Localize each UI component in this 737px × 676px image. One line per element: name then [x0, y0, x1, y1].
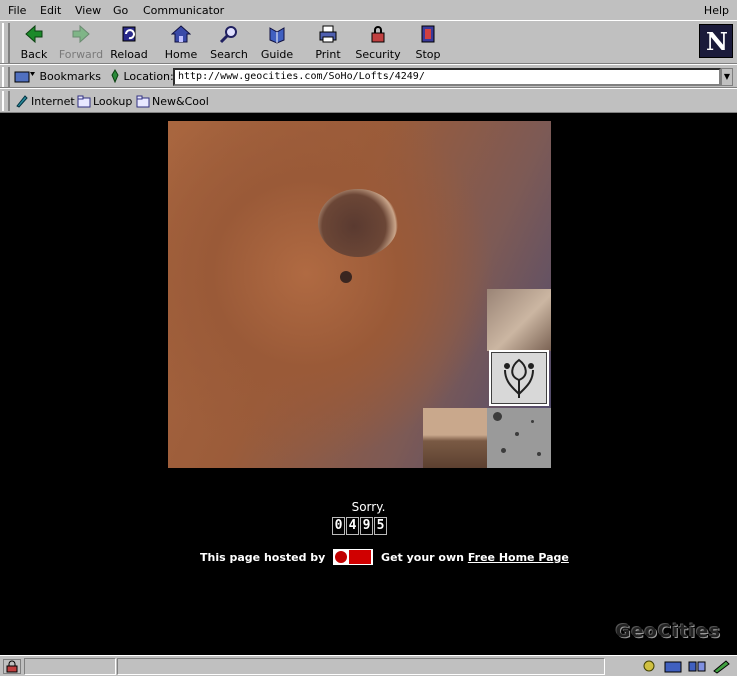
- mail-icon[interactable]: [663, 659, 683, 674]
- bookmarks-label: Bookmarks: [39, 70, 101, 83]
- crater-dot: [537, 452, 541, 456]
- home-icon: [171, 25, 191, 43]
- bookmarks-button[interactable]: Bookmarks: [14, 69, 101, 85]
- back-button[interactable]: Back: [11, 23, 57, 63]
- discussion-icon[interactable]: [687, 659, 707, 674]
- toolbar-grip[interactable]: [2, 23, 10, 63]
- reload-button[interactable]: Reload: [106, 23, 152, 63]
- browser-chrome: File Edit View Go Communicator Help Back…: [0, 0, 737, 113]
- netscape-logo[interactable]: N: [699, 24, 733, 58]
- guide-label: Guide: [260, 48, 294, 61]
- navigation-toolbar: Back Forward Reload Home Search Guide Pr…: [0, 20, 737, 64]
- hit-counter: 0 4 9 5: [332, 517, 388, 535]
- mars-image: [168, 121, 551, 468]
- mars-crater: [318, 189, 398, 257]
- counter-digit: 4: [346, 517, 359, 535]
- location-toolbar: Bookmarks Location: http://www.geocities…: [0, 64, 737, 88]
- counter-digit: 0: [332, 517, 345, 535]
- personal-internet-button[interactable]: Internet: [15, 94, 75, 110]
- menu-file[interactable]: File: [8, 4, 26, 17]
- personal-toolbar: Internet Lookup New&Cool: [0, 88, 737, 113]
- menu-go[interactable]: Go: [113, 4, 128, 17]
- personal-newcool-label: New&Cool: [152, 95, 209, 108]
- crater-dot: [501, 448, 506, 453]
- print-button[interactable]: Print: [305, 23, 351, 63]
- emblem-thumbnail[interactable]: [489, 350, 549, 406]
- search-button[interactable]: Search: [206, 23, 252, 63]
- netscape-n-glyph: N: [706, 27, 728, 56]
- search-icon: [219, 26, 237, 44]
- crater-field-thumbnail[interactable]: [487, 408, 551, 468]
- counter-digit: 9: [360, 517, 373, 535]
- navigator-icon[interactable]: [639, 659, 659, 674]
- forward-arrow-icon: [72, 24, 90, 44]
- back-arrow-icon: [25, 24, 43, 44]
- print-label: Print: [315, 48, 341, 61]
- menu-edit[interactable]: Edit: [40, 4, 61, 17]
- crater-dot: [493, 412, 502, 421]
- composer-icon[interactable]: [711, 659, 731, 674]
- surface-thumbnail[interactable]: [423, 408, 487, 468]
- hosted-by-line: This page hosted by Get your own Free Ho…: [200, 549, 569, 567]
- personal-grip[interactable]: [2, 91, 10, 111]
- location-grip[interactable]: [2, 67, 10, 87]
- forward-button[interactable]: Forward: [58, 23, 104, 63]
- personal-newcool-button[interactable]: New&Cool: [136, 94, 209, 110]
- stop-label: Stop: [415, 48, 441, 61]
- status-bar: [0, 655, 737, 676]
- folder-icon: [77, 95, 91, 108]
- padlock-icon: [6, 660, 18, 673]
- personal-lookup-label: Lookup: [93, 95, 133, 108]
- menu-communicator[interactable]: Communicator: [143, 4, 224, 17]
- security-status[interactable]: [3, 659, 21, 674]
- stop-button[interactable]: Stop: [405, 23, 451, 63]
- location-label-text: Location:: [123, 70, 174, 83]
- folder-icon: [136, 95, 150, 108]
- reload-icon: [122, 26, 136, 42]
- counter-digit: 5: [374, 517, 387, 535]
- forward-label: Forward: [58, 48, 104, 61]
- crater-dot: [515, 432, 519, 436]
- home-label: Home: [164, 48, 198, 61]
- chevron-down-icon: ▼: [723, 72, 731, 81]
- bookmarks-icon: [14, 71, 35, 83]
- guide-icon: [269, 27, 285, 44]
- free-home-page-link[interactable]: Free Home Page: [468, 551, 569, 564]
- crater-dot: [531, 420, 534, 423]
- geocities-badge[interactable]: [333, 549, 374, 565]
- menu-help[interactable]: Help: [704, 4, 729, 17]
- emblem-icon: [504, 358, 534, 398]
- status-progress-pane: [24, 658, 116, 675]
- url-history-dropdown[interactable]: ▼: [721, 68, 733, 86]
- url-input[interactable]: http://www.geocities.com/SoHo/Lofts/4249…: [173, 68, 721, 86]
- status-message-pane: [117, 658, 605, 675]
- security-label: Security: [355, 48, 401, 61]
- page-content: Sorry. 0 4 9 5 This page hosted by Get y…: [0, 113, 737, 655]
- page-proxy-icon[interactable]: [110, 69, 120, 84]
- hosted-middle: Get your own: [381, 551, 464, 564]
- back-label: Back: [20, 48, 48, 61]
- menu-view[interactable]: View: [75, 4, 101, 17]
- location-label: Location:: [110, 69, 174, 84]
- sorry-message: Sorry.: [351, 500, 386, 514]
- printer-icon: [319, 25, 337, 43]
- badge-dot: [335, 551, 348, 563]
- hosted-prefix: This page hosted by: [200, 551, 326, 564]
- bookmark-link-icon: [16, 95, 28, 108]
- badge-banner: [349, 550, 372, 564]
- menu-bar: File Edit View Go Communicator Help: [0, 0, 737, 20]
- stop-icon: [421, 25, 435, 43]
- rock-thumbnail[interactable]: [487, 289, 551, 351]
- geocities-logo[interactable]: GeoCities: [616, 621, 721, 642]
- lock-icon: [371, 26, 385, 43]
- mars-small-crater: [340, 271, 352, 283]
- security-button[interactable]: Security: [353, 23, 403, 63]
- component-bar: [635, 659, 731, 674]
- personal-internet-label: Internet: [31, 95, 75, 108]
- guide-button[interactable]: Guide: [254, 23, 300, 63]
- search-label: Search: [210, 48, 248, 61]
- home-button[interactable]: Home: [158, 23, 204, 63]
- reload-label: Reload: [110, 48, 148, 61]
- personal-lookup-button[interactable]: Lookup: [77, 94, 132, 110]
